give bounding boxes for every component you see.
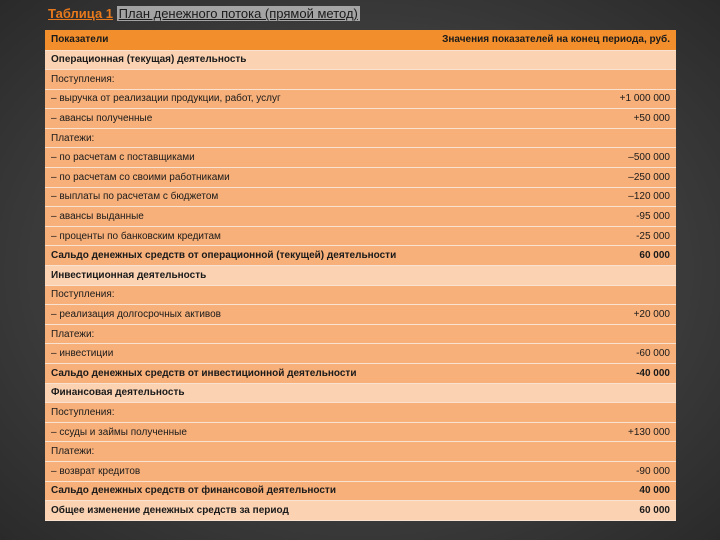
row-label: Сальдо денежных средств от инвестиционно… xyxy=(45,363,423,384)
caption-text: План денежного потока (прямой метод) xyxy=(116,6,360,21)
row-value: -40 000 xyxy=(422,363,676,384)
table-row: – выручка от реализации продукции, работ… xyxy=(45,89,676,110)
row-label: Финансовая деятельность xyxy=(45,383,423,404)
row-value: –120 000 xyxy=(422,187,676,208)
table-row: Платежи: xyxy=(45,128,676,149)
row-value xyxy=(422,402,676,423)
row-label: – авансы выданные xyxy=(45,206,423,227)
row-label: Инвестиционная деятельность xyxy=(45,265,423,286)
table-row: Операционная (текущая) деятельность xyxy=(45,50,676,71)
row-label: Общее изменение денежных средств за пери… xyxy=(45,500,423,521)
table-row: Сальдо денежных средств от финансовой де… xyxy=(45,481,676,502)
row-label: – инвестиции xyxy=(45,343,423,364)
row-value: +1 000 000 xyxy=(422,89,676,110)
table-row: Инвестиционная деятельность xyxy=(45,265,676,286)
table-row: – реализация долгосрочных активов +20 000 xyxy=(45,304,676,325)
table-row: – выплаты по расчетам с бюджетом –120 000 xyxy=(45,187,676,208)
table-caption: Таблица 1 План денежного потока (прямой … xyxy=(48,6,360,21)
row-label: – по расчетам с поставщиками xyxy=(45,147,423,169)
row-value: -25 000 xyxy=(422,226,676,247)
table-row: – авансы полученные +50 000 xyxy=(45,108,676,129)
row-value: –500 000 xyxy=(422,147,676,169)
row-value xyxy=(422,50,676,71)
row-label: – реализация долгосрочных активов xyxy=(45,304,423,325)
row-label: – возврат кредитов xyxy=(45,461,423,482)
row-label: – выплаты по расчетам с бюджетом xyxy=(45,187,423,208)
row-value: +130 000 xyxy=(422,422,676,443)
table-row: – проценты по банковским кредитам -25 000 xyxy=(45,226,676,247)
row-value xyxy=(422,441,676,462)
row-value xyxy=(422,69,676,90)
row-value xyxy=(422,324,676,345)
table-row: – по расчетам с поставщиками –500 000 xyxy=(45,147,676,169)
row-label: Операционная (текущая) деятельность xyxy=(45,50,423,71)
table-row: Платежи: xyxy=(45,324,676,345)
row-value: 60 000 xyxy=(422,500,676,521)
table-row: Сальдо денежных средств от операционной … xyxy=(45,245,676,267)
row-label: Поступления: xyxy=(45,285,423,306)
row-value: –250 000 xyxy=(422,167,676,188)
header-values: Значения показателей на конец периода, р… xyxy=(422,30,676,51)
cash-flow-table: Показатели Значения показателей на конец… xyxy=(45,30,676,521)
row-value xyxy=(422,128,676,149)
table-row: – возврат кредитов -90 000 xyxy=(45,461,676,482)
row-label: Платежи: xyxy=(45,324,423,345)
table-row: Поступления: xyxy=(45,69,676,90)
row-value: -60 000 xyxy=(422,343,676,364)
row-label: – по расчетам со своими работниками xyxy=(45,167,423,188)
table-row: Поступления: xyxy=(45,402,676,423)
table-row: Общее изменение денежных средств за пери… xyxy=(45,500,676,521)
table-header-row: Показатели Значения показателей на конец… xyxy=(45,30,676,51)
table-row: – инвестиции -60 000 xyxy=(45,343,676,364)
row-label: Сальдо денежных средств от операционной … xyxy=(45,245,423,267)
row-label: Сальдо денежных средств от финансовой де… xyxy=(45,481,423,502)
row-label: Поступления: xyxy=(45,402,423,423)
header-indicators: Показатели xyxy=(45,30,423,51)
row-value xyxy=(422,265,676,286)
table-row: Сальдо денежных средств от инвестиционно… xyxy=(45,363,676,384)
row-value: 40 000 xyxy=(422,481,676,502)
row-value: +20 000 xyxy=(422,304,676,325)
row-label: Платежи: xyxy=(45,441,423,462)
row-label: Поступления: xyxy=(45,69,423,90)
table-row: – по расчетам со своими работниками –250 … xyxy=(45,167,676,188)
table-row: – ссуды и займы полученные +130 000 xyxy=(45,422,676,443)
row-value: +50 000 xyxy=(422,108,676,129)
row-label: – авансы полученные xyxy=(45,108,423,129)
table-row: Финансовая деятельность xyxy=(45,383,676,404)
table-row: Поступления: xyxy=(45,285,676,306)
caption-label: Таблица 1 xyxy=(48,6,114,21)
table-row: Платежи: xyxy=(45,441,676,462)
row-value: 60 000 xyxy=(422,245,676,267)
row-value xyxy=(422,285,676,306)
row-value: -95 000 xyxy=(422,206,676,227)
row-label: – ссуды и займы полученные xyxy=(45,422,423,443)
row-value xyxy=(422,383,676,404)
row-label: – выручка от реализации продукции, работ… xyxy=(45,89,423,110)
row-label: Платежи: xyxy=(45,128,423,149)
table-row: – авансы выданные -95 000 xyxy=(45,206,676,227)
row-label: – проценты по банковским кредитам xyxy=(45,226,423,247)
row-value: -90 000 xyxy=(422,461,676,482)
